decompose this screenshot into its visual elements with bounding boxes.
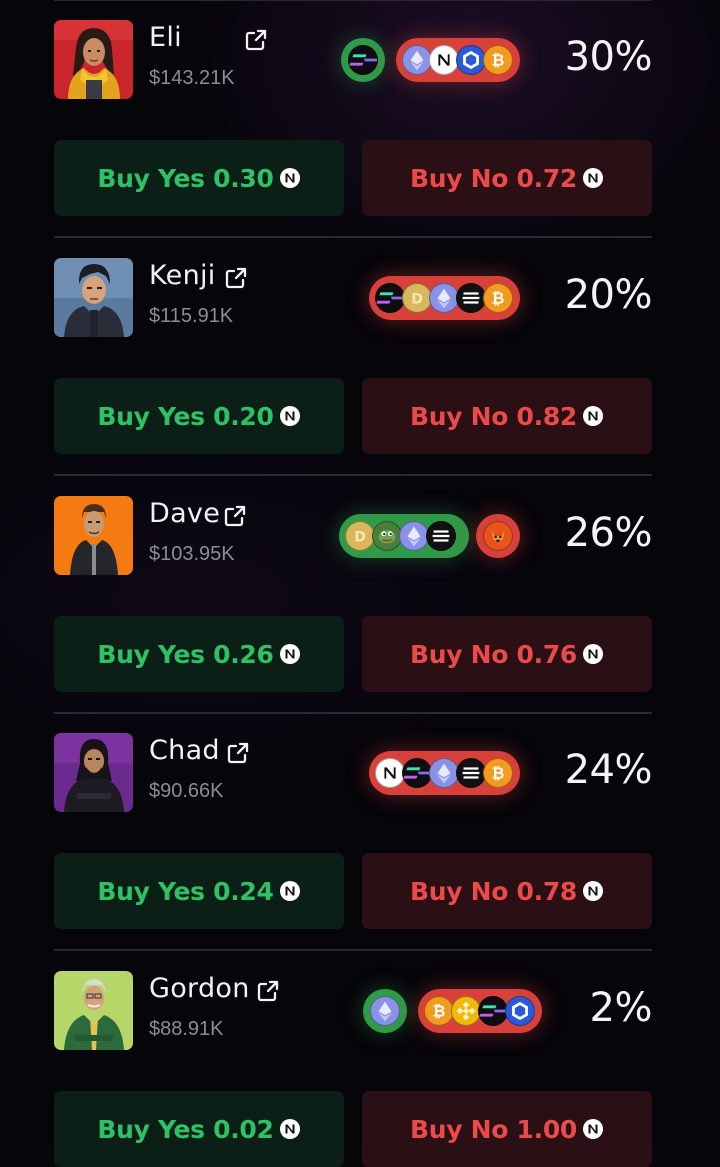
external-link-icon[interactable]: [244, 28, 268, 52]
probability-percent: 30%: [564, 34, 653, 80]
trader-name[interactable]: Kenji: [149, 260, 216, 291]
ethereum-icon: [429, 283, 459, 313]
near-token-icon: [582, 643, 604, 665]
ethena-icon: [456, 283, 486, 313]
buy-no-label: Buy No 0.76: [409, 639, 578, 669]
ethena-icon: [426, 521, 456, 551]
eli-avatar[interactable]: [54, 20, 133, 99]
near-token-icon: [582, 880, 604, 902]
svg-text:₿: ₿: [433, 1002, 446, 1021]
buy-yes-button[interactable]: Buy Yes 0.30: [54, 140, 344, 216]
holdings-group-red[interactable]: ₿: [396, 38, 520, 82]
holdings-group-red[interactable]: D ₿: [369, 276, 520, 320]
external-link-icon[interactable]: [256, 979, 280, 1003]
ethereum-icon: [399, 521, 429, 551]
buy-yes-label: Buy Yes 0.30: [97, 163, 274, 193]
portfolio-value: $103.95K: [149, 543, 235, 565]
holdings-group-green[interactable]: [363, 989, 407, 1033]
trader-row-kenji: Kenji $115.91K D ₿ 20% Buy Yes 0.20 Buy …: [54, 238, 653, 476]
ethereum-icon: [429, 758, 459, 788]
buy-yes-button[interactable]: Buy Yes 0.24: [54, 853, 344, 929]
shiba-inu-icon: [483, 521, 513, 551]
buy-no-button[interactable]: Buy No 0.72: [362, 140, 652, 216]
svg-text:D: D: [354, 530, 366, 546]
buy-no-button[interactable]: Buy No 0.76: [362, 616, 652, 692]
pepe-icon: [372, 521, 402, 551]
ethereum-icon: [370, 996, 400, 1026]
trader-name[interactable]: Gordon: [149, 973, 250, 1004]
kenji-avatar[interactable]: [54, 258, 133, 337]
svg-text:₿: ₿: [492, 289, 505, 308]
solana-icon: [478, 996, 508, 1026]
buy-no-button[interactable]: Buy No 0.78: [362, 853, 652, 929]
svg-text:₿: ₿: [492, 51, 505, 70]
chainlink-icon: [456, 45, 486, 75]
near-token-icon: [582, 167, 604, 189]
dave-avatar[interactable]: [54, 496, 133, 575]
bitcoin-icon: ₿: [483, 283, 513, 313]
external-link-icon[interactable]: [224, 266, 248, 290]
buy-no-label: Buy No 0.78: [409, 876, 578, 906]
portfolio-value: $88.91K: [149, 1018, 224, 1040]
near-icon: [429, 45, 459, 75]
buy-no-label: Buy No 1.00: [409, 1114, 578, 1144]
portfolio-value: $90.66K: [149, 780, 224, 802]
trader-row-chad: Chad $90.66K ₿ 24% Buy Yes 0.24 Buy No 0…: [54, 713, 653, 951]
dogecoin-icon: D: [345, 521, 375, 551]
dogecoin-icon: D: [402, 283, 432, 313]
external-link-icon[interactable]: [226, 741, 250, 765]
portfolio-value: $115.91K: [149, 305, 234, 327]
svg-text:D: D: [411, 292, 423, 308]
buy-yes-label: Buy Yes 0.26: [97, 639, 274, 669]
trader-row-gordon: Gordon $88.91K ₿ 2% Buy Yes 0.02 Buy No …: [54, 951, 653, 1167]
solana-icon: [402, 758, 432, 788]
trader-name[interactable]: Eli: [149, 22, 182, 53]
near-token-icon: [582, 405, 604, 427]
bitcoin-icon: ₿: [424, 996, 454, 1026]
trader-name[interactable]: Chad: [149, 735, 220, 766]
buy-yes-label: Buy Yes 0.02: [97, 1114, 274, 1144]
trader-row-eli: Eli $143.21K ₿ 30% Buy Yes 0.30 Buy No 0…: [54, 0, 653, 238]
gordon-avatar[interactable]: [54, 971, 133, 1050]
near-token-icon: [279, 1118, 301, 1140]
bitcoin-icon: ₿: [483, 45, 513, 75]
buy-no-label: Buy No 0.82: [409, 401, 578, 431]
portfolio-value: $143.21K: [149, 67, 235, 89]
near-icon: [375, 758, 405, 788]
near-token-icon: [279, 167, 301, 189]
buy-yes-label: Buy Yes 0.24: [97, 876, 274, 906]
solana-icon: [348, 45, 378, 75]
probability-percent: 2%: [589, 985, 653, 1031]
buy-yes-button[interactable]: Buy Yes 0.02: [54, 1091, 344, 1167]
buy-no-button[interactable]: Buy No 0.82: [362, 378, 652, 454]
holdings-group-red[interactable]: ₿: [369, 751, 520, 795]
buy-yes-button[interactable]: Buy Yes 0.26: [54, 616, 344, 692]
ethereum-icon: [402, 45, 432, 75]
buy-no-button[interactable]: Buy No 1.00: [362, 1091, 652, 1167]
near-token-icon: [279, 880, 301, 902]
holdings-group-green[interactable]: [341, 38, 385, 82]
holdings-group-green[interactable]: D: [339, 514, 469, 558]
probability-percent: 26%: [564, 510, 653, 556]
solana-icon: [375, 283, 405, 313]
external-link-icon[interactable]: [223, 504, 247, 528]
chainlink-icon: [505, 996, 535, 1026]
ethena-icon: [456, 758, 486, 788]
buy-yes-label: Buy Yes 0.20: [97, 401, 274, 431]
probability-percent: 20%: [564, 272, 653, 318]
probability-percent: 24%: [564, 747, 653, 793]
trader-row-dave: Dave $103.95K D 26% Buy Yes 0.26 Buy No …: [54, 476, 653, 714]
bnb-icon: [451, 996, 481, 1026]
svg-text:₿: ₿: [492, 764, 505, 783]
holdings-group-red[interactable]: [476, 514, 520, 558]
bitcoin-icon: ₿: [483, 758, 513, 788]
near-token-icon: [279, 643, 301, 665]
buy-no-label: Buy No 0.72: [409, 163, 578, 193]
trader-name[interactable]: Dave: [149, 498, 220, 529]
near-token-icon: [582, 1118, 604, 1140]
chad-avatar[interactable]: [54, 733, 133, 812]
buy-yes-button[interactable]: Buy Yes 0.20: [54, 378, 344, 454]
near-token-icon: [279, 405, 301, 427]
holdings-group-red[interactable]: ₿: [418, 989, 542, 1033]
